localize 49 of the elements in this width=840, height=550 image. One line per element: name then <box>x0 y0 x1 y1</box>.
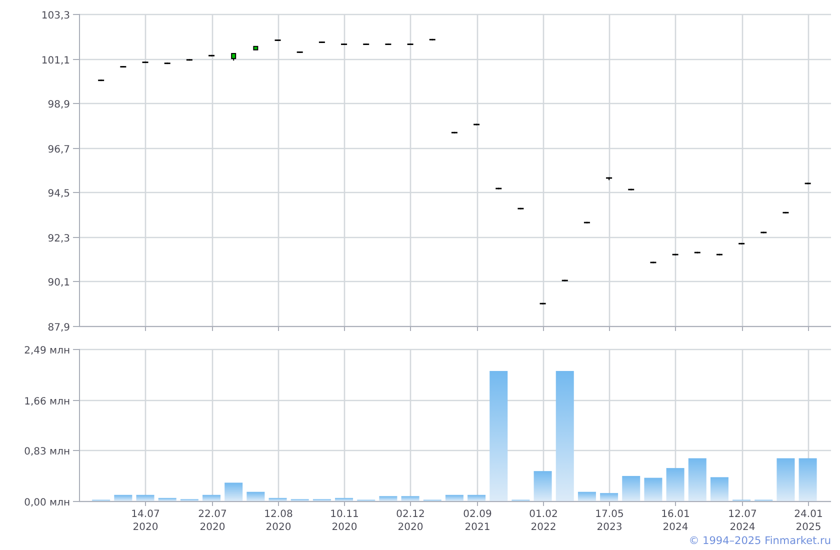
volume-bar <box>622 476 640 501</box>
volume-bar <box>114 494 132 501</box>
volume-bar <box>158 498 176 501</box>
axis-label: 01.02 2022 <box>529 509 558 533</box>
volume-bar <box>246 492 265 501</box>
axis-label: 94,5 <box>48 188 70 200</box>
volume-bar <box>268 498 287 501</box>
axis-label: 96,7 <box>48 144 70 156</box>
axis-label: 0,83 млн <box>24 446 70 458</box>
volume-bar <box>600 493 618 501</box>
volume-bar <box>224 482 243 501</box>
volume-bar <box>710 477 728 501</box>
axis-label: 90,1 <box>48 278 70 288</box>
axis-label: 10.11 2020 <box>330 509 359 533</box>
volume-bar <box>136 494 154 501</box>
price-candle <box>606 177 612 180</box>
volume-bar <box>644 478 662 501</box>
axis-label: 101,1 <box>41 56 70 66</box>
volume-bar <box>335 498 354 501</box>
volume-bar <box>578 492 596 501</box>
axis-label: 14.07 2020 <box>131 509 160 533</box>
price-candle <box>231 53 236 61</box>
volume-bar <box>401 496 420 501</box>
axis-label: 12.07 2024 <box>728 509 757 533</box>
axis-label: 16.01 2024 <box>661 509 690 533</box>
volume-bar <box>534 471 552 501</box>
axis-label: 1,66 млн <box>24 396 70 408</box>
volume-bar <box>379 496 398 501</box>
axis-label: 87,9 <box>48 322 70 334</box>
axis-label: 22.07 2020 <box>198 509 227 533</box>
axis-label: 98,9 <box>48 100 70 110</box>
axis-label: 02.09 2021 <box>463 509 492 533</box>
axis-label: 103,3 <box>41 10 70 22</box>
volume-bar <box>688 458 706 501</box>
axis-label: 12.08 2020 <box>264 509 293 533</box>
axis-label: 02.12 2020 <box>396 509 425 533</box>
axis-label: 24.01 2025 <box>794 509 823 533</box>
price-candle <box>253 46 258 50</box>
axis-label: 0,00 млн <box>24 498 70 508</box>
volume-bar <box>468 494 486 501</box>
volume-bar <box>202 494 220 501</box>
axis-label: 2,49 млн <box>24 346 70 356</box>
copyright-link[interactable]: © 1994–2025 Finmarket.ru <box>688 535 831 550</box>
volume-bar <box>666 468 684 501</box>
volume-bar <box>776 458 795 501</box>
volume-bar <box>445 494 464 501</box>
axis-label: 92,3 <box>48 234 70 244</box>
volume-bar <box>798 458 817 501</box>
axis-label: 17.05 2023 <box>595 509 624 533</box>
